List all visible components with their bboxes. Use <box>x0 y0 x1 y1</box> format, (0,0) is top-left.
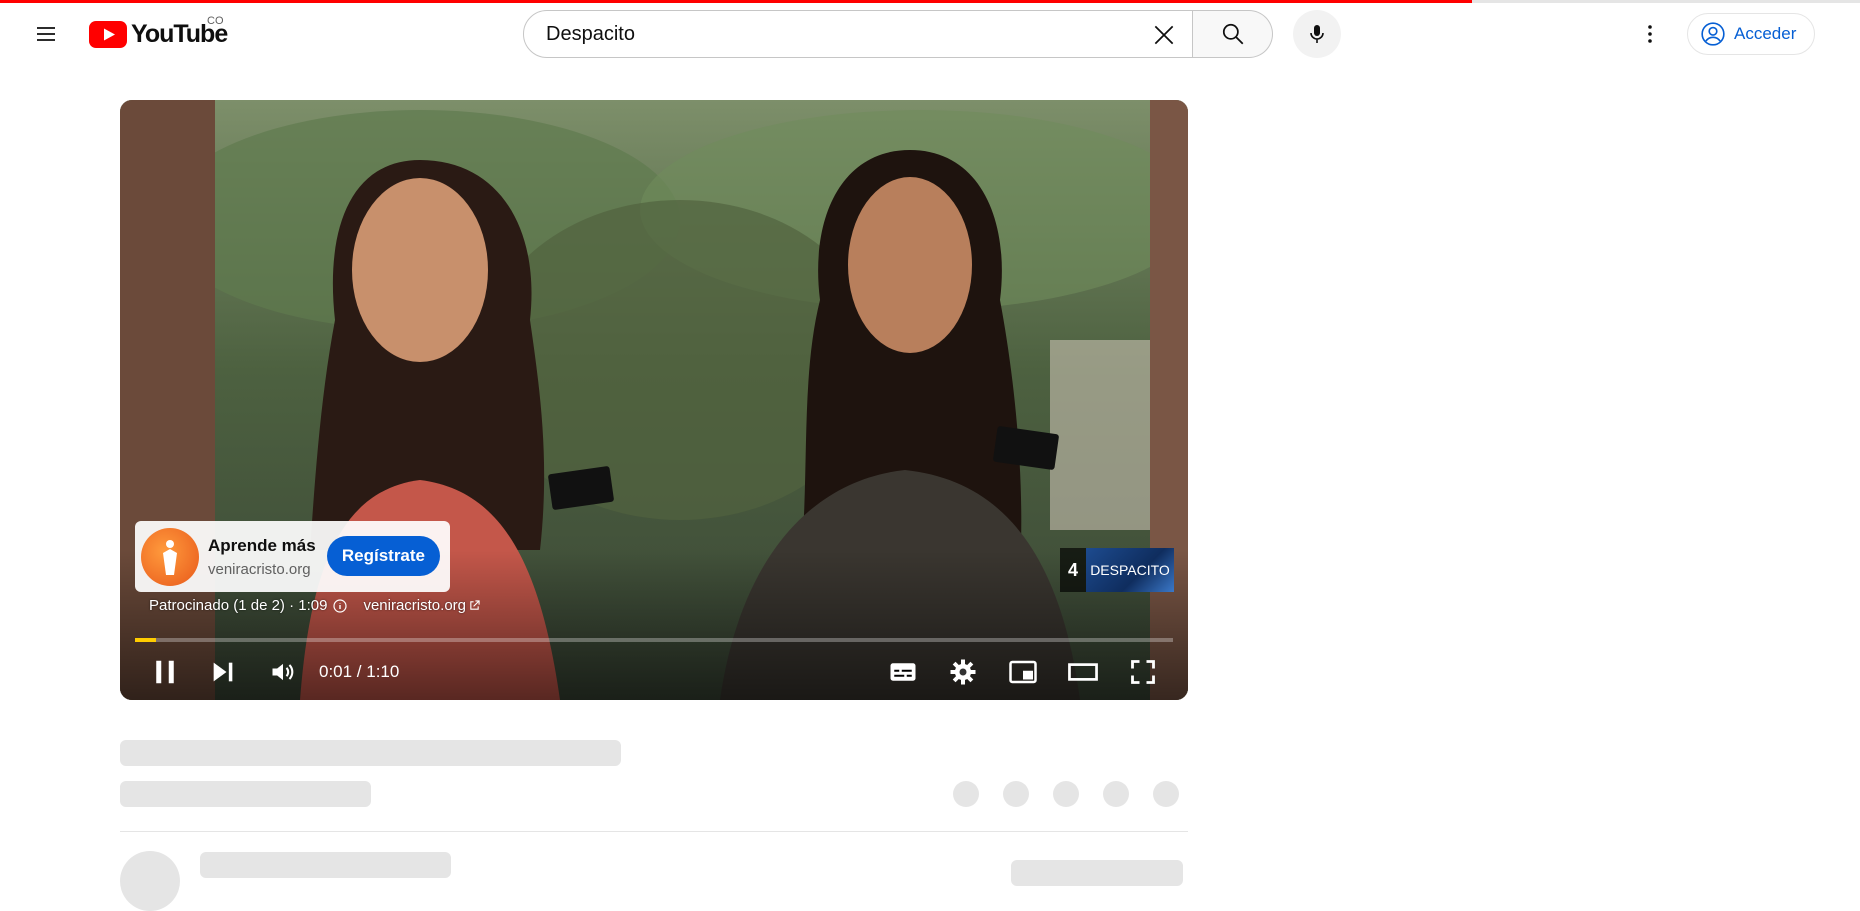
time-display: 0:01 / 1:10 <box>319 662 400 681</box>
miniplayer-button[interactable] <box>1001 650 1045 694</box>
voice-search-button[interactable] <box>1293 10 1341 58</box>
ad-cta-button[interactable]: Regístrate <box>326 536 440 576</box>
page-loading-track <box>1472 0 1860 3</box>
search-input[interactable] <box>544 21 1108 47</box>
pause-button[interactable] <box>143 650 187 694</box>
search-button[interactable] <box>1193 10 1273 58</box>
mic-icon <box>1310 25 1324 43</box>
ad-card[interactable]: Aprende más veniracristo.org Regístrate <box>135 521 450 592</box>
fullscreen-icon <box>1131 660 1155 684</box>
theater-icon <box>1068 663 1098 681</box>
account-icon <box>1701 22 1725 46</box>
channel-name-skeleton <box>200 852 451 878</box>
fullscreen-button[interactable] <box>1121 650 1165 694</box>
search-icon <box>1222 23 1243 45</box>
progress-fill <box>135 638 156 642</box>
external-link-icon <box>470 600 480 610</box>
channel-avatar-skeleton <box>120 851 180 911</box>
mute-button[interactable] <box>261 650 305 694</box>
action-skeleton <box>1053 781 1079 807</box>
search-box <box>523 10 1193 58</box>
menu-button[interactable] <box>24 14 68 54</box>
endscreen-playlist-card[interactable]: 4 DESPACITO <box>1060 548 1174 592</box>
close-icon <box>1154 25 1174 45</box>
theater-mode-button[interactable] <box>1061 650 1105 694</box>
playlist-thumbnail: DESPACITO <box>1086 548 1174 592</box>
action-skeleton <box>953 781 979 807</box>
subtitles-icon <box>890 663 916 681</box>
menu-icon <box>37 27 55 41</box>
ad-link-text: veniracristo.org <box>363 597 466 614</box>
action-skeleton <box>1153 781 1179 807</box>
miniplayer-icon <box>1009 660 1037 684</box>
country-code: CO <box>207 15 224 27</box>
youtube-logo-icon <box>89 21 127 48</box>
volume-icon <box>272 663 294 681</box>
next-icon <box>213 662 233 682</box>
next-button[interactable] <box>201 650 245 694</box>
subtitles-button[interactable] <box>881 650 925 694</box>
settings-button[interactable] <box>941 650 985 694</box>
settings-icon <box>950 659 976 685</box>
clear-search-button[interactable] <box>1146 17 1182 53</box>
video-player[interactable]: Aprende más veniracristo.org Regístrate … <box>120 100 1188 700</box>
ad-sponsored-text: Patrocinado (1 de 2) · 1:09 <box>149 597 328 614</box>
advertiser-logo-icon <box>163 539 177 575</box>
title-skeleton <box>120 740 621 766</box>
page-loading-bar <box>0 0 1472 3</box>
advertiser-logo <box>141 527 199 586</box>
ad-title: Aprende más <box>208 535 316 555</box>
progress-bar[interactable] <box>135 638 1173 642</box>
info-icon[interactable] <box>333 598 348 613</box>
more-vert-icon <box>1648 25 1652 43</box>
playlist-count: 4 <box>1060 548 1086 592</box>
pause-icon <box>156 660 174 684</box>
action-skeleton <box>1003 781 1029 807</box>
ad-domain: veniracristo.org <box>208 560 311 578</box>
settings-menu-button[interactable] <box>1630 14 1670 54</box>
signin-button[interactable]: Acceder <box>1687 13 1816 55</box>
ad-sponsored-info: Patrocinado (1 de 2) · 1:09 veniracristo… <box>149 597 480 614</box>
divider <box>120 831 1188 832</box>
player-controls: 0:01 / 1:10 <box>120 650 1188 700</box>
action-skeleton <box>1103 781 1129 807</box>
signin-label: Acceder <box>1734 24 1797 43</box>
subtitle-skeleton <box>120 781 371 807</box>
subscribe-skeleton <box>1011 860 1183 886</box>
ad-link[interactable]: veniracristo.org <box>363 597 480 614</box>
